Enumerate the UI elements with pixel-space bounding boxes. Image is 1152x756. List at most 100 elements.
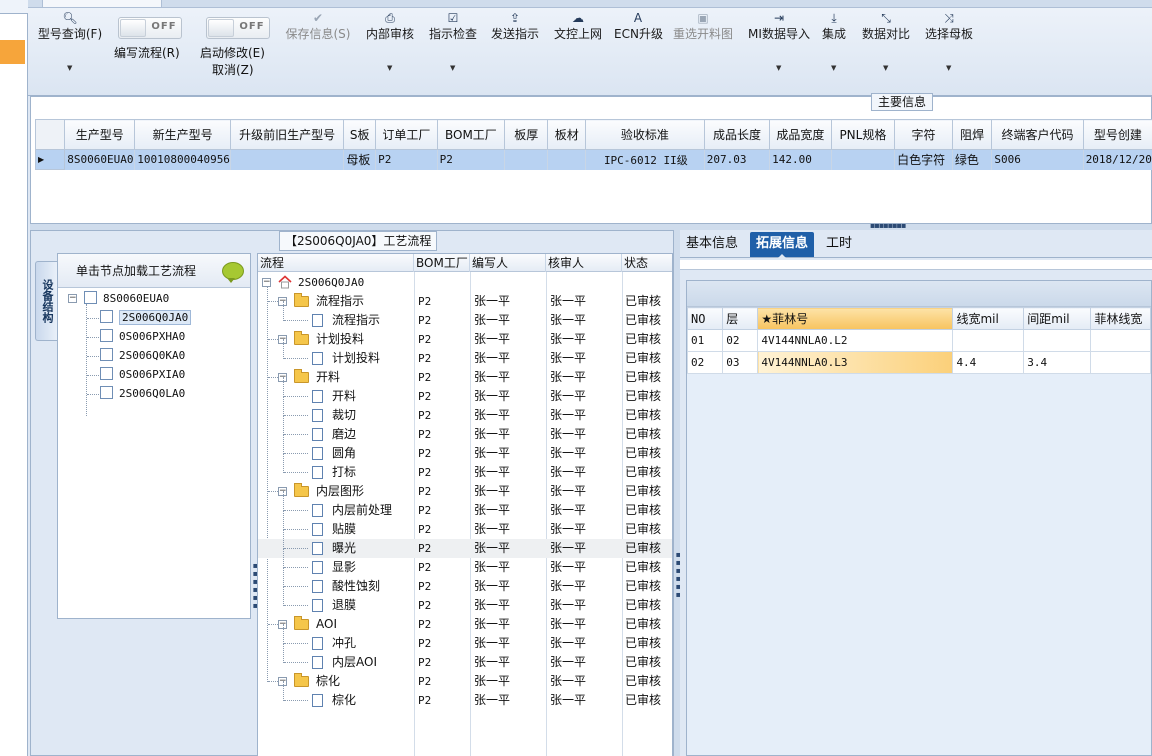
column-header[interactable]: 线宽mil [952, 307, 1025, 330]
table-row[interactable]: ▶ 8S0060EUA0 10010800040956 母板 P2 P2 IPC… [35, 149, 1152, 170]
column-header[interactable]: 间距mil [1023, 307, 1092, 330]
flow-step-group[interactable]: − 计划投料 P2 张一平 张一平 已审核 [258, 330, 672, 349]
column-header[interactable]: 流程 [258, 254, 414, 272]
flow-step[interactable]: 冲孔 P2 张一平 张一平 已审核 [258, 624, 672, 653]
tree-node[interactable]: 2S006Q0LA0 [100, 385, 185, 403]
column-header[interactable]: 生产型号 [64, 119, 136, 150]
table-cell[interactable] [547, 149, 586, 170]
table-cell-focused[interactable]: 4V144NNLA0.L3 [757, 351, 954, 374]
flow-tree-root[interactable]: − 2S006Q0JA0 [258, 273, 672, 292]
instruction-check-button[interactable]: ☑ 指示检查 ▼ [425, 10, 481, 72]
mi-data-import-button[interactable]: ⇥ MI数据导入 ▼ [746, 10, 812, 72]
table-cell[interactable]: 4V144NNLA0.L2 [757, 329, 954, 352]
column-header[interactable]: 核审人 [546, 254, 622, 272]
table-cell[interactable] [1023, 329, 1092, 352]
table-row[interactable]: 01 02 4V144NNLA0.L2 [687, 329, 1151, 352]
flow-step[interactable]: 打标 P2 张一平 张一平 已审核 [258, 453, 672, 482]
flow-step[interactable]: 计划投料 P2 张一平 张一平 已审核 [258, 339, 672, 368]
speech-bubble-icon[interactable] [222, 262, 244, 283]
flow-step-group[interactable]: − 棕化 P2 张一平 张一平 已审核 [258, 672, 672, 691]
flow-step[interactable]: 贴膜 P2 张一平 张一平 已审核 [258, 510, 672, 539]
row-indicator[interactable]: ▶ [35, 149, 66, 170]
table-cell[interactable] [952, 329, 1025, 352]
left-tab-stub[interactable] [0, 0, 28, 14]
table-row[interactable]: 02 03 4V144NNLA0.L3 4.4 3.4 [687, 351, 1151, 374]
chevron-down-icon[interactable]: ▼ [831, 64, 836, 72]
column-header[interactable]: NO [687, 307, 724, 330]
table-cell[interactable]: 8S0060EUA0 [64, 149, 136, 170]
flow-step[interactable]: 内层前处理 P2 张一平 张一平 已审核 [258, 491, 672, 520]
table-cell[interactable]: 207.03 [704, 149, 771, 170]
doc-control-online-button[interactable]: ☁ 文控上网 [550, 10, 606, 42]
flow-step[interactable]: 显影 P2 张一平 张一平 已审核 [258, 548, 672, 577]
column-header[interactable]: 层 [722, 307, 759, 330]
internal-review-button[interactable]: ⎙ 内部审核 ▼ [362, 10, 418, 72]
column-header[interactable]: BOM工厂 [436, 119, 506, 150]
table-cell[interactable]: IPC-6012 II级 [585, 149, 705, 170]
column-header[interactable]: 验收标准 [584, 119, 705, 150]
flow-step[interactable]: 退膜 P2 张一平 张一平 已审核 [258, 586, 672, 615]
flow-step[interactable]: 圆角 P2 张一平 张一平 已审核 [258, 434, 672, 463]
table-cell[interactable]: 母板 [343, 149, 377, 170]
chevron-down-icon[interactable]: ▼ [387, 64, 392, 72]
splitter-grip[interactable]: ▪▪▪▪▪▪▪▪ [870, 221, 906, 230]
flow-step[interactable]: 内层AOI P2 张一平 张一平 已审核 [258, 643, 672, 672]
chevron-down-icon[interactable]: ▼ [450, 64, 455, 72]
tree-node[interactable]: 2S006Q0JA0 [100, 309, 192, 327]
tree-node-root[interactable]: 8S0060EUA0 [84, 290, 169, 308]
column-header[interactable]: 新生产型号 [134, 119, 231, 150]
table-cell[interactable]: 2018/12/20 [1083, 149, 1152, 170]
table-cell[interactable]: 4.4 [952, 351, 1025, 374]
chevron-down-icon[interactable]: ▼ [67, 64, 72, 72]
flow-step[interactable]: 裁切 P2 张一平 张一平 已审核 [258, 396, 672, 425]
column-header[interactable]: PNL规格 [830, 119, 896, 150]
table-cell[interactable]: S006 [991, 149, 1084, 170]
column-header[interactable]: 成品宽度 [769, 119, 832, 150]
tree-node[interactable]: 0S006PXIA0 [100, 366, 185, 384]
column-header[interactable]: S板 [343, 119, 377, 150]
table-cell[interactable]: 10010800040956 [134, 149, 231, 170]
cancel-label[interactable]: 取消(Z) [212, 61, 254, 78]
write-flow-toggle[interactable]: OFF [118, 17, 182, 39]
tab-work-hours[interactable]: 工时 [820, 232, 858, 257]
column-header[interactable]: 菲林线宽 [1090, 307, 1151, 330]
table-cell[interactable]: 01 [687, 329, 724, 352]
chevron-down-icon[interactable]: ▼ [776, 64, 781, 72]
flow-step[interactable]: 曝光 P2 张一平 张一平 已审核 [258, 529, 672, 558]
save-info-button[interactable]: ✔ 保存信息(S) [282, 10, 354, 42]
column-header[interactable]: 阻焊 [951, 119, 993, 150]
table-cell[interactable] [230, 149, 345, 170]
column-header[interactable]: 型号创建 [1082, 119, 1152, 150]
column-header[interactable]: 字符 [894, 119, 953, 150]
flow-step[interactable]: 开料 P2 张一平 张一平 已审核 [258, 377, 672, 406]
column-header[interactable]: 成品长度 [703, 119, 771, 150]
reselect-cutting-image-button[interactable]: ▣ 重选开料图 [670, 10, 736, 42]
column-header[interactable]: 终端客户代码 [991, 119, 1084, 150]
table-cell[interactable] [1090, 351, 1151, 374]
grid-corner[interactable] [35, 119, 66, 150]
table-cell[interactable] [504, 149, 549, 170]
column-header[interactable]: 状态 [622, 254, 672, 272]
flow-step[interactable]: 酸性蚀刻 P2 张一平 张一平 已审核 [258, 567, 672, 596]
left-active-item[interactable] [0, 40, 25, 64]
tab-extended-info[interactable]: 拓展信息 [750, 232, 815, 258]
data-compare-button[interactable]: ⤡ 数据对比 ▼ [861, 10, 911, 72]
table-cell[interactable]: 白色字符 [894, 149, 953, 170]
table-cell[interactable] [1090, 329, 1151, 352]
flow-step[interactable]: 磨边 P2 张一平 张一平 已审核 [258, 415, 672, 444]
table-cell[interactable]: 142.00 [769, 149, 832, 170]
send-instruction-button[interactable]: ⇪ 发送指示 [487, 10, 543, 42]
table-cell[interactable]: P2 [437, 149, 506, 170]
flow-step[interactable]: 棕化 P2 张一平 张一平 已审核 [258, 681, 672, 710]
select-mother-board-button[interactable]: ⤨ 选择母板 ▼ [924, 10, 974, 72]
column-header[interactable]: 板材 [547, 119, 586, 150]
ecn-upgrade-button[interactable]: A ECN升级 [614, 10, 663, 42]
table-cell[interactable]: 02 [722, 329, 759, 352]
flow-step-group[interactable]: − 内层图形 P2 张一平 张一平 已审核 [258, 482, 672, 501]
flow-step-group[interactable]: − AOI P2 张一平 张一平 已审核 [258, 615, 672, 634]
table-cell[interactable]: 3.4 [1023, 351, 1092, 374]
flow-step[interactable]: 流程指示 P2 张一平 张一平 已审核 [258, 301, 672, 330]
table-cell[interactable]: 02 [687, 351, 724, 374]
column-header[interactable]: 升级前旧生产型号 [229, 119, 345, 150]
flow-step-group[interactable]: − 流程指示 P2 张一平 张一平 已审核 [258, 292, 672, 311]
